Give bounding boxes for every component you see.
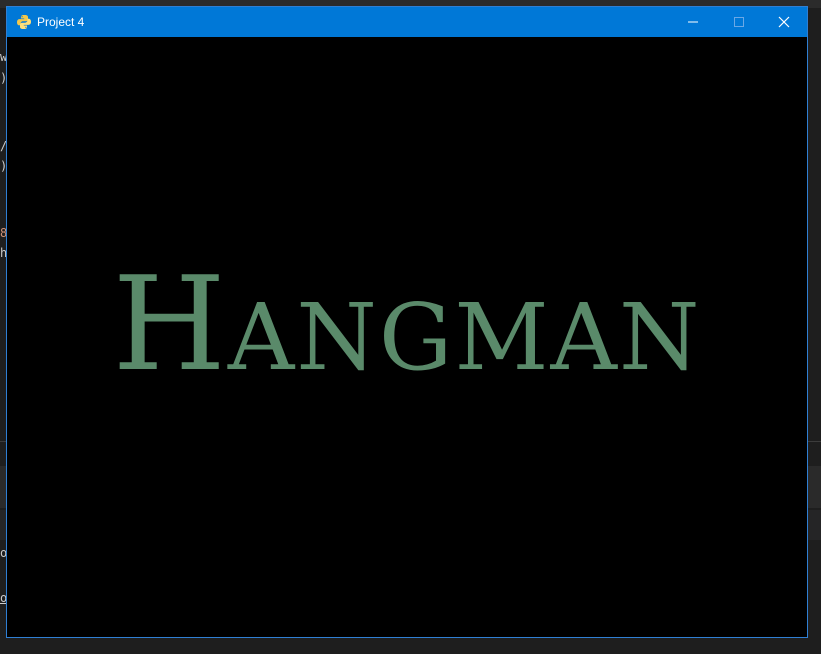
- game-title-initial: H: [112, 248, 228, 400]
- window-title: Project 4: [37, 15, 85, 29]
- window-titlebar[interactable]: Project 4: [7, 7, 807, 37]
- close-button[interactable]: [761, 7, 807, 37]
- minimize-icon: [688, 21, 698, 23]
- maximize-icon: [734, 17, 744, 27]
- maximize-button[interactable]: [716, 7, 762, 37]
- minimize-button[interactable]: [670, 7, 716, 37]
- game-title-rest: ANGMAN: [227, 284, 702, 391]
- game-title: HANGMAN: [7, 259, 807, 403]
- close-icon: [778, 16, 790, 28]
- python-icon: [16, 14, 32, 30]
- game-window: Project 4 HANGMAN: [6, 6, 808, 638]
- game-canvas[interactable]: HANGMAN: [7, 37, 807, 637]
